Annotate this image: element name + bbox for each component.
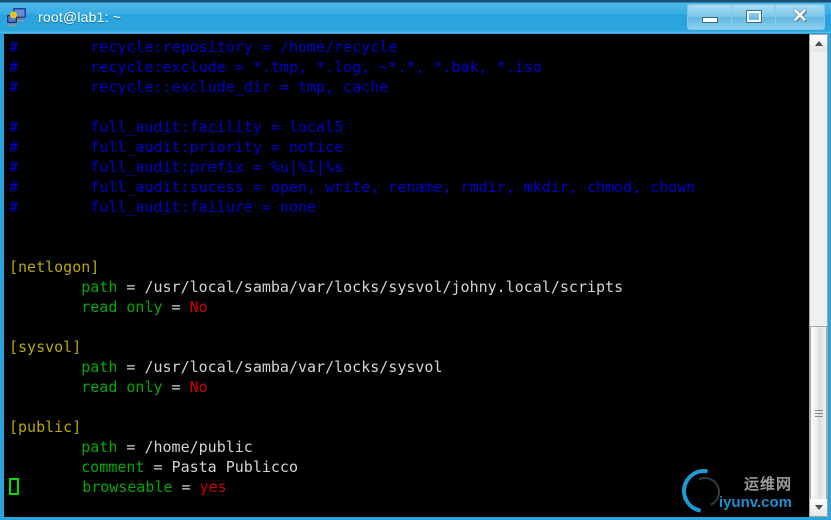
vim-status-line: 33,1 16% (4, 497, 814, 517)
terminal-line: read only = No (9, 377, 695, 397)
putty-terminal-icon (7, 7, 29, 27)
terminal-line: path = /usr/local/samba/var/locks/sysvol… (9, 277, 695, 297)
close-button[interactable]: ✕ (776, 5, 824, 27)
terminal-text-comment: recycle:repository = /home/recycle (18, 38, 398, 56)
text-cursor (9, 478, 19, 495)
scrollbar-up-button[interactable] (810, 35, 827, 52)
terminal-text-comment: full_audit:facility = local5 (18, 118, 344, 136)
terminal-text-comment: # (9, 38, 19, 56)
terminal-text-section: [sysvol] (9, 338, 82, 356)
maximize-icon (746, 10, 761, 22)
scrollbar-grip-icon (815, 409, 823, 418)
terminal-text-key: path (9, 438, 118, 456)
maximize-button[interactable] (732, 5, 776, 27)
terminal-text-comment: full_audit:prefix = %u|%I|%s (18, 158, 344, 176)
terminal-text-comment: # (9, 58, 19, 76)
chevron-down-icon (814, 505, 823, 510)
terminal-window: root@lab1: ~ ✕ # recycle:repository = /h… (0, 0, 831, 520)
terminal-text-key: read only (9, 378, 163, 396)
terminal-screen[interactable]: # recycle:repository = /home/recycle # re… (4, 34, 814, 517)
minimize-button[interactable] (688, 5, 732, 27)
scrollbar-down-button[interactable] (810, 499, 827, 516)
close-icon: ✕ (792, 5, 808, 27)
terminal-text-bool: No (189, 378, 208, 396)
terminal-line: browseable = yes (9, 477, 695, 497)
terminal-line: read only = No (9, 297, 695, 317)
terminal-text-key: comment (9, 458, 145, 476)
terminal-text-comment: recycle:exclude = *.tmp, *.log, ~*.*, *.… (18, 58, 542, 76)
terminal-text-key: path (9, 278, 118, 296)
minimize-icon (701, 16, 718, 23)
terminal-text-comment: # (9, 118, 19, 136)
window-controls: ✕ (687, 4, 825, 30)
terminal-text-comment: # (9, 178, 19, 196)
terminal-line: # full_audit:sucess = open, write, renam… (9, 177, 695, 197)
window-title: root@lab1: ~ (38, 8, 122, 25)
terminal-line: # recycle:repository = /home/recycle (9, 37, 695, 57)
terminal-text-value: = (162, 298, 190, 316)
terminal-text-area: # recycle:repository = /home/recycle # re… (4, 34, 695, 497)
terminal-text-comment: full_audit:failure = none (18, 198, 317, 216)
terminal-line: # full_audit:priority = notice (9, 137, 695, 157)
terminal-line: # recycle::exclude_dir = tmp, cache (9, 77, 695, 97)
terminal-frame: # recycle:repository = /home/recycle # re… (0, 33, 831, 520)
terminal-line: # full_audit:failure = none (9, 197, 695, 217)
terminal-line: path = /home/public (9, 437, 695, 457)
window-titlebar[interactable]: root@lab1: ~ ✕ (0, 0, 831, 33)
terminal-line: path = /usr/local/samba/var/locks/sysvol (9, 357, 695, 377)
terminal-text-section: [netlogon] (9, 258, 100, 276)
watermark-cn-text: 运维网 (743, 475, 792, 493)
terminal-text-key: path (9, 358, 118, 376)
terminal-line: [public] (9, 417, 695, 437)
vertical-scrollbar[interactable] (809, 34, 828, 517)
terminal-line: [netlogon] (9, 257, 695, 277)
terminal-text-value: /usr/local/samba/var/locks/sysvol (144, 358, 443, 376)
terminal-text-section: [public] (9, 418, 82, 436)
terminal-line: comment = Pasta Publicco (9, 457, 695, 477)
terminal-text-value: = (117, 278, 145, 296)
terminal-text-value: = (162, 378, 190, 396)
terminal-line: [sysvol] (9, 337, 695, 357)
terminal-text-key: read only (9, 298, 163, 316)
terminal-text-comment: full_audit:sucess = open, write, rename,… (18, 178, 696, 196)
terminal-text-comment: # (9, 138, 19, 156)
terminal-text-bool: No (189, 298, 208, 316)
terminal-text-value: /home/public (144, 438, 253, 456)
terminal-text-comment: full_audit:priority = notice (18, 138, 344, 156)
terminal-text-value: Pasta Publicco (171, 458, 298, 476)
terminal-text-comment: # (9, 158, 19, 176)
terminal-text-value: = (117, 438, 145, 456)
terminal-text-value: = (172, 478, 200, 496)
terminal-text-comment: # (9, 78, 19, 96)
terminal-text-key: browseable (19, 478, 173, 496)
chevron-up-icon (814, 41, 823, 46)
terminal-text-value: = (144, 458, 172, 476)
terminal-text-comment: # (9, 198, 19, 216)
terminal-text-bool: yes (199, 478, 227, 496)
terminal-line: # recycle:exclude = *.tmp, *.log, ~*.*, … (9, 57, 695, 77)
scrollbar-thumb[interactable] (810, 326, 827, 501)
terminal-text-value: = (117, 358, 145, 376)
terminal-text-comment: recycle::exclude_dir = tmp, cache (18, 78, 389, 96)
terminal-text-value: /usr/local/samba/var/locks/sysvol/johny.… (144, 278, 624, 296)
terminal-line: # full_audit:facility = local5 (9, 117, 695, 137)
terminal-line: # full_audit:prefix = %u|%I|%s (9, 157, 695, 177)
